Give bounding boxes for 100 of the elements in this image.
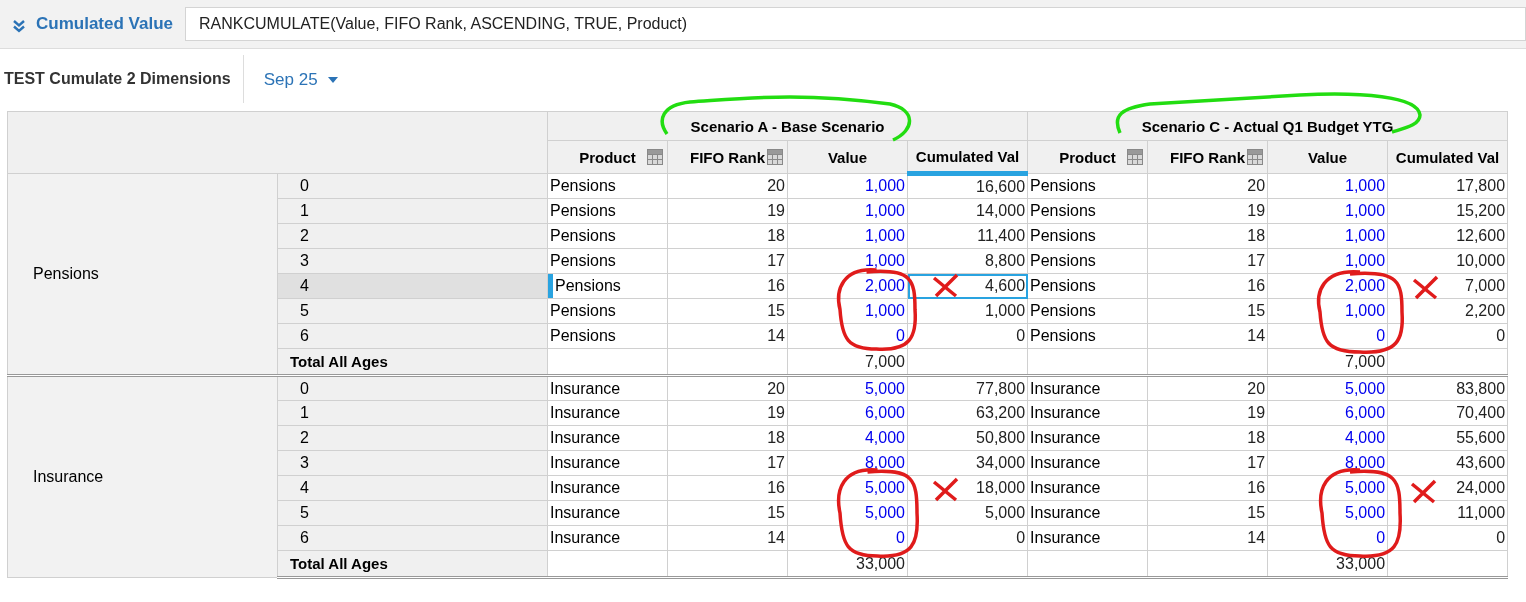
table-cell: 8,800 xyxy=(907,248,1028,274)
table-cell: 19 xyxy=(1147,400,1268,426)
table-cell: Pensions xyxy=(547,223,668,249)
grid-icon[interactable] xyxy=(647,149,663,165)
grid-icon[interactable] xyxy=(1127,149,1144,165)
table-cell: 14 xyxy=(1147,525,1268,551)
table-cell: Insurance xyxy=(547,475,668,501)
row-label[interactable]: 1 xyxy=(277,400,548,426)
row-label[interactable]: 5 xyxy=(277,298,548,324)
row-label[interactable]: 2 xyxy=(277,223,548,249)
table-cell: 17 xyxy=(667,450,788,476)
table-cell: Pensions xyxy=(547,273,668,299)
table-cell: 19 xyxy=(667,400,788,426)
row-label[interactable]: 0 xyxy=(277,173,548,199)
grid-icon[interactable] xyxy=(1247,149,1264,165)
table-cell: 17 xyxy=(1147,248,1268,274)
table-cell: 18 xyxy=(1147,223,1268,249)
row-label[interactable]: 0 xyxy=(277,375,548,401)
table-cell: 15 xyxy=(1147,500,1268,526)
table-cell: Insurance xyxy=(1027,375,1148,401)
row-label[interactable]: 2 xyxy=(277,425,548,451)
table-cell: 17,800 xyxy=(1387,173,1508,199)
table-cell: Pensions xyxy=(547,173,668,199)
table-cell[interactable]: 6,000 xyxy=(787,400,908,426)
table-cell: 77,800 xyxy=(907,375,1028,401)
table-cell: Pensions xyxy=(547,298,668,324)
table-cell: 18 xyxy=(667,425,788,451)
grid-icon[interactable] xyxy=(767,149,783,165)
table-cell: 18 xyxy=(667,223,788,249)
table-cell: Insurance xyxy=(1027,475,1148,501)
table-cell: Insurance xyxy=(547,400,668,426)
table-cell: 63,200 xyxy=(907,400,1028,426)
table-cell: 19 xyxy=(1147,198,1268,224)
row-label[interactable]: 6 xyxy=(277,525,548,551)
column-header[interactable]: Value xyxy=(1267,140,1388,174)
table-cell: 14 xyxy=(667,525,788,551)
table-cell[interactable]: 1,000 xyxy=(1267,223,1388,249)
column-header[interactable]: Product xyxy=(1027,140,1148,174)
table-cell: 16 xyxy=(1147,475,1268,501)
table-cell[interactable]: 1,000 xyxy=(787,173,908,199)
table-cell: Pensions xyxy=(1027,248,1148,274)
table-cell: 17 xyxy=(667,248,788,274)
row-label[interactable]: 5 xyxy=(277,500,548,526)
row-label[interactable]: 1 xyxy=(277,198,548,224)
line-item-label: Cumulated Value xyxy=(36,14,173,34)
column-header[interactable]: Cumulated Val xyxy=(1387,140,1508,174)
table-cell: Insurance xyxy=(547,450,668,476)
period-dropdown[interactable]: Sep 25 xyxy=(255,66,346,94)
table-cell[interactable]: 1,000 xyxy=(787,223,908,249)
double-chevron-icon[interactable] xyxy=(12,19,26,33)
table-cell: Pensions xyxy=(547,248,668,274)
table-cell[interactable]: 1,000 xyxy=(787,198,908,224)
table-cell: 16 xyxy=(667,475,788,501)
table-cell: 10,000 xyxy=(1387,248,1508,274)
table-cell: Insurance xyxy=(1027,525,1148,551)
table-cell: Insurance xyxy=(1027,425,1148,451)
table-cell: 20 xyxy=(667,173,788,199)
total-label: Total All Ages xyxy=(277,550,548,578)
table-cell: Insurance xyxy=(547,500,668,526)
table-cell[interactable]: 5,000 xyxy=(787,375,908,401)
cross-mark xyxy=(932,477,959,502)
table-cell: 14 xyxy=(667,323,788,349)
row-label[interactable]: 3 xyxy=(277,450,548,476)
table-cell: 11,400 xyxy=(907,223,1028,249)
table-cell[interactable]: 5,000 xyxy=(1267,375,1388,401)
row-label[interactable]: 6 xyxy=(277,323,548,349)
table-cell: Insurance xyxy=(1027,500,1148,526)
table-cell: 16 xyxy=(667,273,788,299)
caret-icon xyxy=(327,77,338,83)
table-cell[interactable]: 6,000 xyxy=(1267,400,1388,426)
table-cell: 17 xyxy=(1147,450,1268,476)
table-cell: 43,600 xyxy=(1387,450,1508,476)
table-cell[interactable]: 1,000 xyxy=(1267,198,1388,224)
column-header[interactable]: Cumulated Val xyxy=(907,140,1028,174)
total-cell: 7,000 xyxy=(787,348,908,376)
table-cell: 50,800 xyxy=(907,425,1028,451)
table-cell[interactable]: 4,000 xyxy=(1267,425,1388,451)
table-cell[interactable]: 4,000 xyxy=(787,425,908,451)
table-cell: 15 xyxy=(667,500,788,526)
table-cell: Pensions xyxy=(1027,198,1148,224)
column-header[interactable]: Product xyxy=(547,140,668,174)
row-label[interactable]: 4 xyxy=(277,273,548,299)
scenario-header: Scenario C - Actual Q1 Budget YTG xyxy=(1027,111,1508,141)
table-cell: Pensions xyxy=(1027,223,1148,249)
column-header[interactable]: FIFO Rank xyxy=(667,140,788,174)
scenario-header: Scenario A - Base Scenario xyxy=(547,111,1028,141)
cross-mark xyxy=(1412,275,1439,300)
formula-field[interactable]: RANKCUMULATE(Value, FIFO Rank, ASCENDING, TRUE, Product) xyxy=(185,7,1526,41)
table-cell: Pensions xyxy=(1027,298,1148,324)
row-group-label: Insurance xyxy=(7,375,278,578)
table-cell[interactable]: 1,000 xyxy=(1267,173,1388,199)
table-cell: 15 xyxy=(667,298,788,324)
row-label[interactable]: 3 xyxy=(277,248,548,274)
column-header[interactable]: Value xyxy=(787,140,908,174)
row-label[interactable]: 4 xyxy=(277,475,548,501)
table-cell: Insurance xyxy=(547,425,668,451)
table-cell: 20 xyxy=(667,375,788,401)
table-cell: Pensions xyxy=(1027,173,1148,199)
column-header[interactable]: FIFO Rank xyxy=(1147,140,1268,174)
table-cell: Pensions xyxy=(547,198,668,224)
